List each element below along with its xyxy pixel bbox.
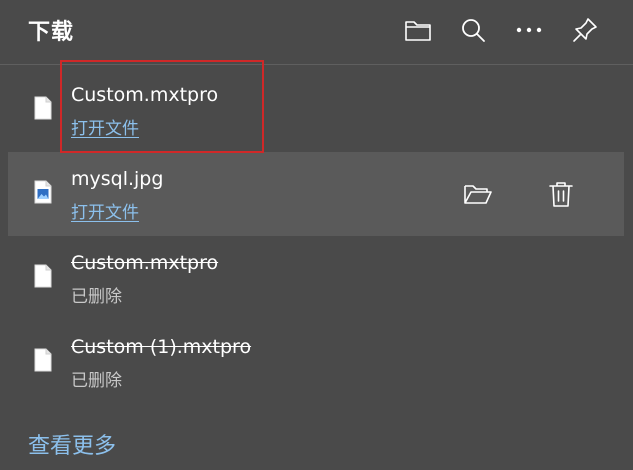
file-name: Custom.mxtpro (71, 252, 219, 274)
image-file-icon (34, 180, 52, 204)
open-folder-icon (464, 185, 492, 204)
file-icon (34, 96, 52, 120)
header-divider (0, 64, 633, 65)
file-name: Custom.mxtpro (71, 84, 219, 106)
download-item[interactable]: Custom.mxtpro 打开文件 (8, 68, 624, 152)
delete-button[interactable] (541, 174, 581, 214)
panel-header: 下载 (0, 0, 633, 64)
open-file-link[interactable]: 打开文件 (71, 198, 139, 223)
download-item[interactable]: Custom.mxtpro 已删除 (8, 236, 624, 320)
search-downloads-button[interactable] (455, 12, 491, 48)
deleted-status: 已删除 (71, 287, 122, 307)
search-icon (462, 19, 485, 42)
see-more-link[interactable]: 查看更多 (28, 428, 116, 460)
pin-panel-button[interactable] (567, 12, 603, 48)
download-item[interactable]: Custom (1).mxtpro 已删除 (8, 320, 624, 404)
download-item[interactable]: mysql.jpg 打开文件 (8, 152, 624, 236)
folder-icon (405, 21, 431, 41)
panel-title: 下载 (28, 20, 75, 45)
more-horizontal-icon (516, 27, 542, 33)
open-file-link[interactable]: 打开文件 (71, 114, 139, 139)
file-name: Custom (1).mxtpro (71, 336, 252, 358)
file-name: mysql.jpg (71, 168, 164, 190)
open-downloads-folder-button[interactable] (400, 12, 436, 48)
show-in-folder-button[interactable] (458, 174, 498, 214)
trash-icon (549, 182, 573, 207)
file-icon (34, 348, 52, 372)
file-icon (34, 264, 52, 288)
deleted-status: 已删除 (71, 371, 122, 391)
downloads-panel: 下载 Custom.mxtpro 打开文件 mysql.jpg 打开文件 Cus… (0, 0, 633, 470)
pin-icon (573, 18, 597, 42)
more-options-button[interactable] (511, 12, 547, 48)
